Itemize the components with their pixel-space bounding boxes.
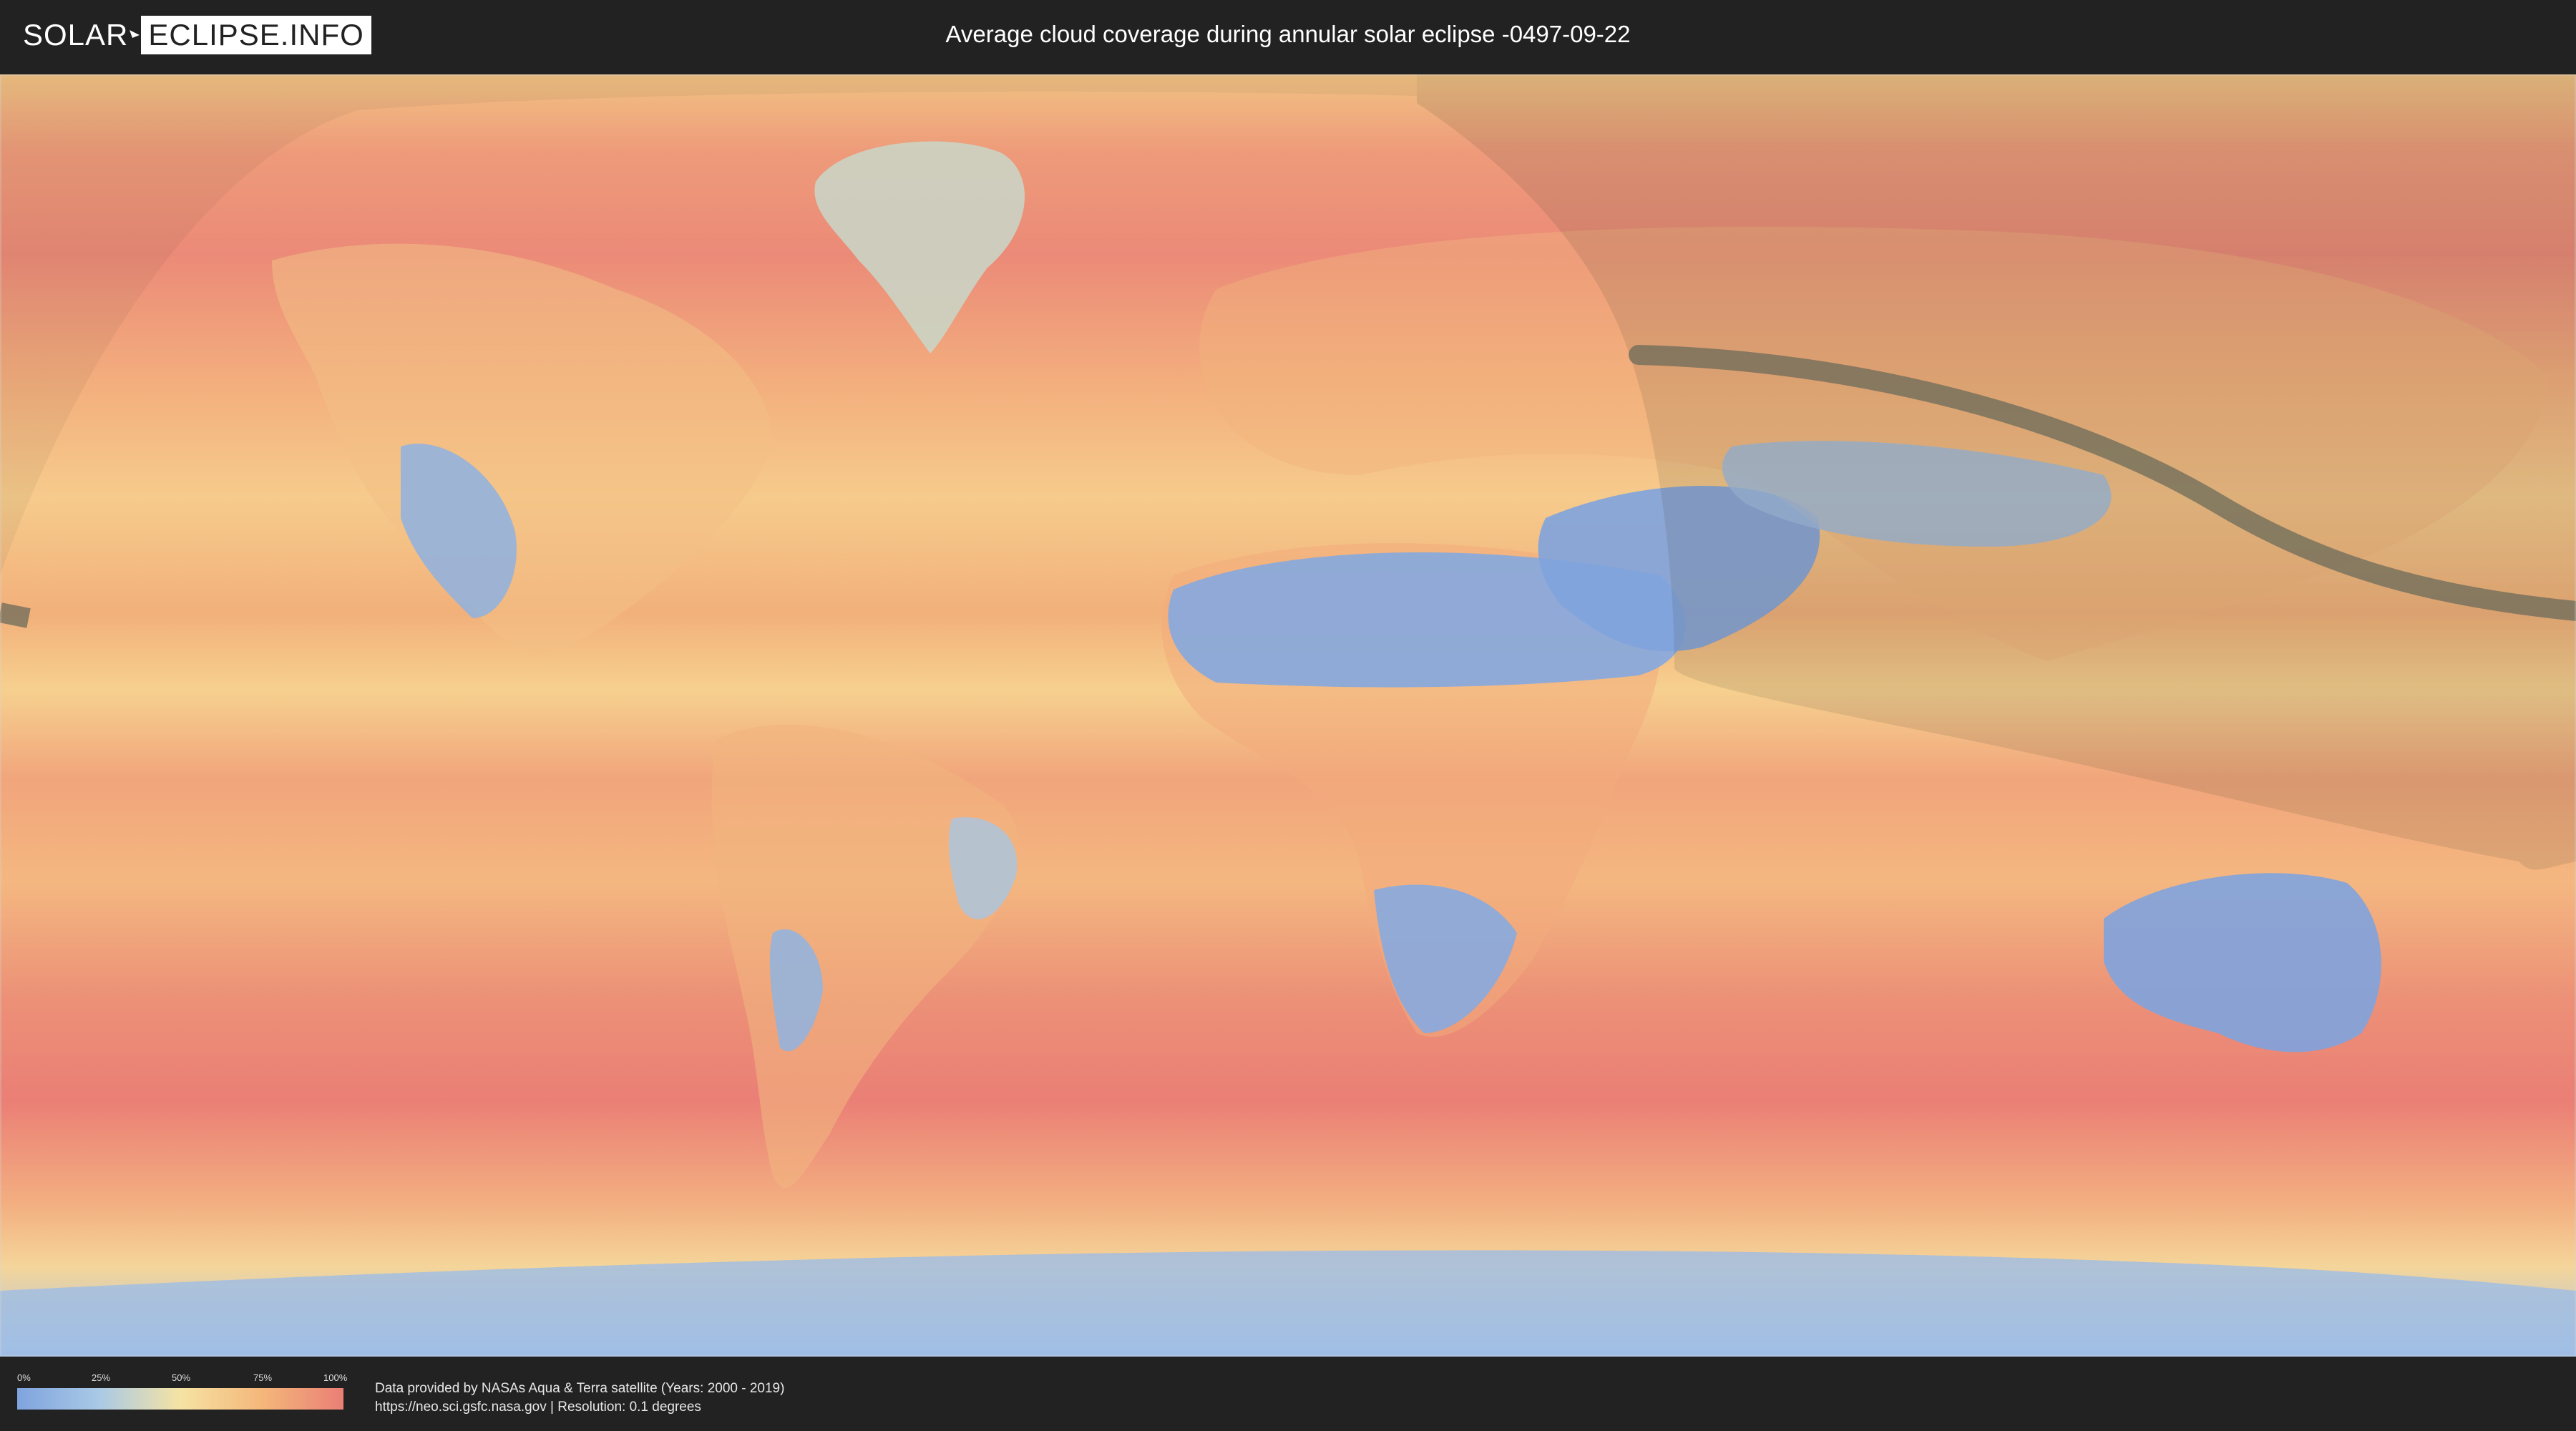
legend-tick-75: 75% [253, 1372, 273, 1383]
header-bar: SOLAR ECLIPSE.INFO Average cloud coverag… [0, 0, 2576, 73]
cloud-coverage-map[interactable] [0, 74, 2576, 1357]
credits-line-source: Data provided by NASAs Aqua & Terra sate… [375, 1381, 785, 1396]
legend-tick-labels: 0% 25% 50% 75% 100% [17, 1372, 347, 1388]
legend-color-bar [17, 1388, 343, 1410]
cloud-coverage-legend: 0% 25% 50% 75% 100% [17, 1372, 347, 1410]
eclipse-path-west [0, 602, 31, 628]
credits-line-url[interactable]: https://neo.sci.gsfc.nasa.gov | Resoluti… [375, 1398, 784, 1417]
legend-tick-100: 100% [323, 1372, 348, 1383]
legend-tick-25: 25% [92, 1372, 111, 1383]
page-title: Average cloud coverage during annular so… [945, 21, 1631, 47]
legend-tick-50: 50% [172, 1372, 191, 1383]
legend-tick-0: 0% [17, 1372, 31, 1383]
data-credits: Data provided by NASAs Aqua & Terra sate… [375, 1379, 784, 1417]
footer-bar: 0% 25% 50% 75% 100% Data provided by NAS… [0, 1358, 2576, 1431]
